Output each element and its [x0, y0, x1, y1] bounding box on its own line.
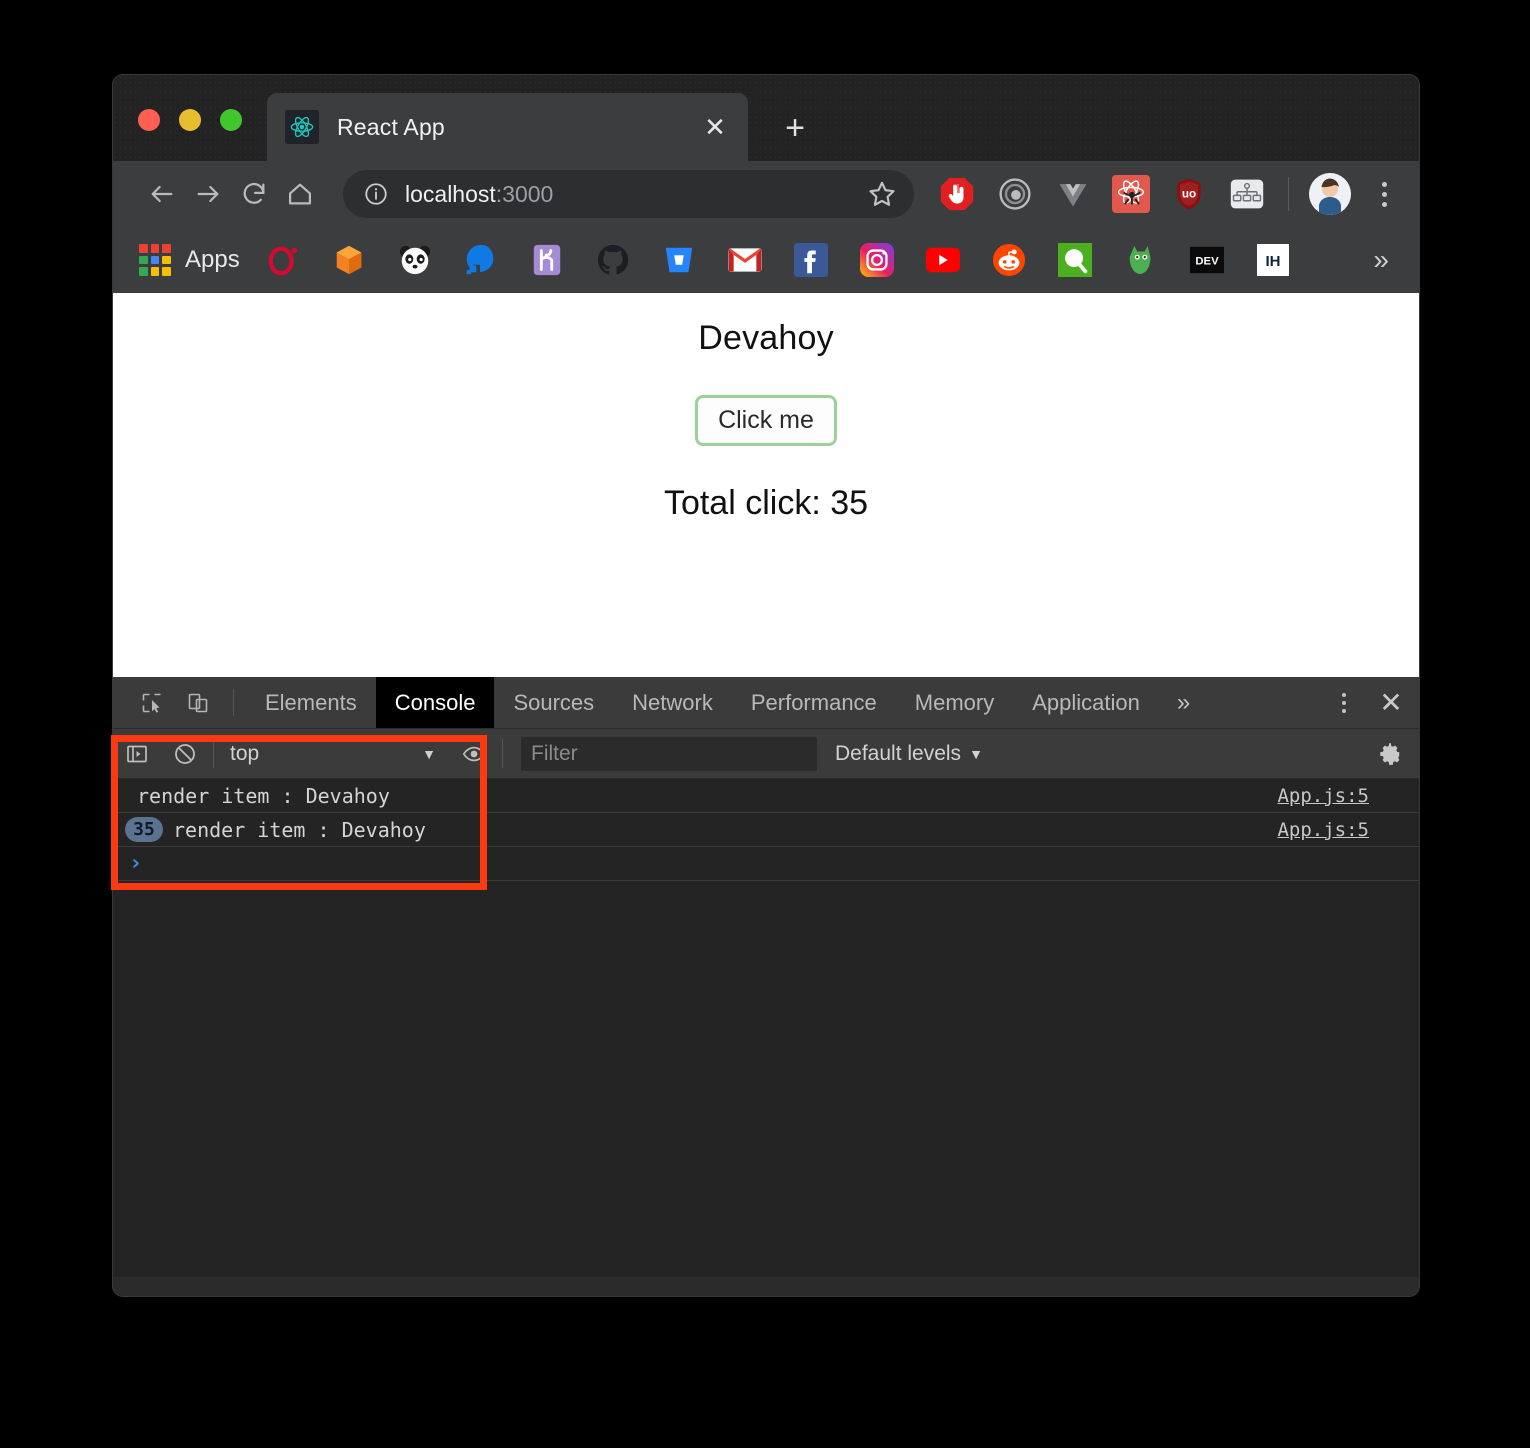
bookmarks-bar: Apps DEV IH » [113, 227, 1419, 293]
eye-icon[interactable] [450, 729, 498, 778]
browser-window: React App ✕ + localhost:3000 uo Apps DEV… [113, 75, 1419, 1296]
close-devtools-button[interactable]: ✕ [1363, 686, 1419, 719]
ublock-origin-icon[interactable]: uo [1166, 171, 1212, 217]
gmail-bookmark-icon[interactable] [725, 240, 765, 280]
facebook-bookmark-icon[interactable] [791, 240, 831, 280]
window-traffic-lights [138, 109, 242, 131]
svg-text:DEV: DEV [1195, 256, 1219, 268]
console-message-text: render item : Devahoy [137, 783, 390, 808]
react-devtools-icon[interactable] [1108, 171, 1154, 217]
minimize-window-button[interactable] [179, 109, 201, 131]
devtools-panel: Elements Console Sources Network Perform… [113, 677, 1419, 1277]
indiehackers-bookmark-icon[interactable]: IH [1253, 240, 1293, 280]
tab-application[interactable]: Application [1013, 677, 1159, 728]
qualtrics-bookmark-icon[interactable] [1055, 240, 1095, 280]
console-message-row[interactable]: render item : Devahoy App.js:5 [113, 779, 1419, 813]
devtools-tabbar-right: ✕ [1300, 677, 1419, 728]
address-bar-url: localhost:3000 [405, 181, 866, 208]
apps-bookmark-label[interactable]: Apps [185, 246, 240, 274]
browser-nav-toolbar: localhost:3000 uo [113, 161, 1419, 227]
console-prompt-caret: › [129, 851, 143, 876]
target-icon[interactable] [992, 171, 1038, 217]
forward-arrow-icon[interactable] [185, 171, 231, 217]
tab-network[interactable]: Network [613, 677, 732, 728]
maximize-window-button[interactable] [220, 109, 242, 131]
box-bookmark-icon[interactable] [329, 240, 369, 280]
inspect-element-icon[interactable] [129, 677, 175, 728]
console-context-label: top [230, 741, 260, 765]
sitemap-icon[interactable] [1224, 171, 1270, 217]
reddit-bookmark-icon[interactable] [989, 240, 1029, 280]
browser-tab-strip: React App ✕ + [113, 75, 1419, 161]
bookmarks-overflow-button[interactable]: » [1373, 244, 1403, 276]
opera-bookmark-icon[interactable] [263, 240, 303, 280]
new-tab-button[interactable]: + [775, 108, 815, 148]
close-tab-button[interactable]: ✕ [700, 112, 730, 142]
devtools-tabbar: Elements Console Sources Network Perform… [113, 677, 1419, 729]
svg-text:uo: uo [1182, 188, 1196, 201]
github-bookmark-icon[interactable] [593, 240, 633, 280]
digitalocean-bookmark-icon[interactable] [461, 240, 501, 280]
console-source-link[interactable]: App.js:5 [1277, 819, 1369, 841]
log-levels-dropdown[interactable]: Default levels ▼ [835, 729, 983, 778]
chrome-menu-icon[interactable] [1365, 172, 1403, 216]
total-click-counter: Total click: 35 [663, 484, 869, 522]
console-message-row[interactable]: 35 render item : Devahoy App.js:5 [113, 813, 1419, 847]
tab-elements[interactable]: Elements [246, 677, 376, 728]
log-levels-label: Default levels [835, 741, 962, 765]
address-bar[interactable]: localhost:3000 [343, 170, 914, 218]
settings-gear-icon[interactable] [1361, 729, 1419, 778]
filter-input[interactable] [521, 737, 817, 771]
heroku-bookmark-icon[interactable] [527, 240, 567, 280]
gitlab-bookmark-icon[interactable] [1121, 240, 1161, 280]
console-message-text: render item : Devahoy [173, 817, 426, 842]
console-messages-list[interactable]: render item : Devahoy App.js:5 35 render… [113, 779, 1419, 1277]
more-tabs-button[interactable]: » [1159, 677, 1208, 728]
chevron-down-icon-levels: ▼ [969, 745, 983, 762]
tab-sources[interactable]: Sources [494, 677, 613, 728]
tab-performance[interactable]: Performance [732, 677, 896, 728]
toolbar-divider [1288, 177, 1289, 211]
browser-tab-title: React App [337, 113, 445, 140]
console-sidebar-icon[interactable] [113, 729, 161, 778]
console-context-selector[interactable]: top ▼ [218, 729, 450, 778]
console-repeat-count-badge: 35 [125, 817, 163, 842]
avatar[interactable] [1309, 173, 1351, 215]
extension-icons: uo [928, 171, 1276, 217]
svg-text:IH: IH [1265, 253, 1280, 270]
page-viewport: Devahoy Click me Total click: 35 [113, 293, 1419, 677]
reload-icon[interactable] [231, 171, 277, 217]
instagram-bookmark-icon[interactable] [857, 240, 897, 280]
home-icon[interactable] [277, 171, 323, 217]
url-port: :3000 [495, 180, 554, 207]
adblock-icon[interactable] [934, 171, 980, 217]
device-toolbar-icon[interactable] [175, 677, 221, 728]
dev-to-bookmark-icon[interactable]: DEV [1187, 240, 1227, 280]
react-logo-icon [285, 110, 319, 144]
tab-memory[interactable]: Memory [896, 677, 1013, 728]
close-window-button[interactable] [138, 109, 160, 131]
bookmark-star-icon[interactable] [866, 178, 898, 210]
info-circle-icon[interactable] [363, 181, 389, 207]
browser-tab[interactable]: React App ✕ [267, 93, 748, 161]
tab-console[interactable]: Console [375, 677, 495, 728]
console-toolbar-divider-2 [502, 739, 503, 768]
devtools-more-options-icon[interactable] [1325, 692, 1363, 713]
devtools-divider [233, 689, 234, 716]
console-source-link[interactable]: App.js:5 [1277, 785, 1369, 807]
vue-devtools-icon[interactable] [1050, 171, 1096, 217]
console-toolbar: top ▼ Default levels ▼ [113, 729, 1419, 779]
click-me-button[interactable]: Click me [695, 395, 837, 446]
console-toolbar-divider [213, 739, 214, 768]
page-title: Devahoy [698, 319, 834, 357]
console-prompt-row[interactable]: › [113, 847, 1419, 881]
apps-grid-icon[interactable] [139, 244, 171, 276]
bitbucket-bookmark-icon[interactable] [659, 240, 699, 280]
url-host: localhost [405, 180, 496, 207]
youtube-bookmark-icon[interactable] [923, 240, 963, 280]
back-arrow-icon[interactable] [139, 171, 185, 217]
chevron-down-icon: ▼ [422, 745, 436, 762]
clear-console-icon[interactable] [161, 729, 209, 778]
panda-bookmark-icon[interactable] [395, 240, 435, 280]
